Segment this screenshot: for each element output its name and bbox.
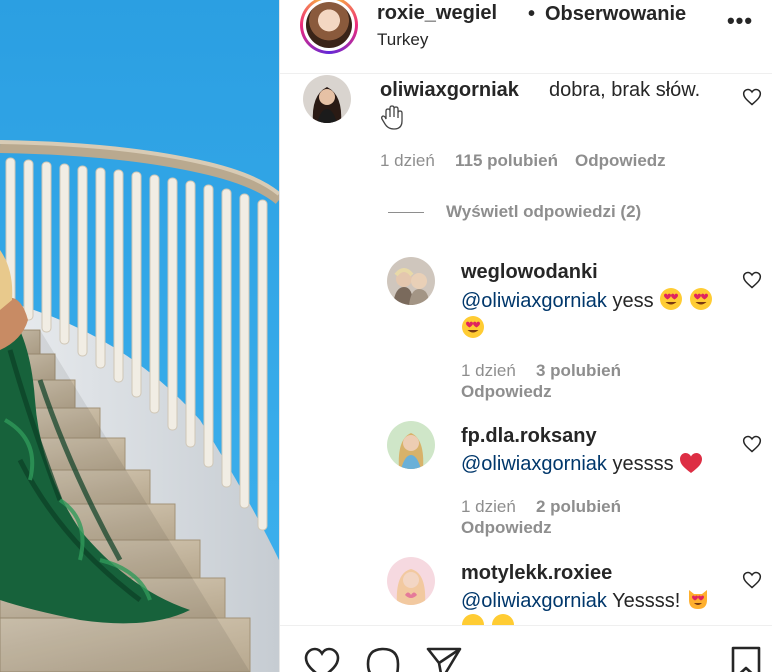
separator-dot: •: [528, 3, 536, 25]
reply-time[interactable]: 1 dzień: [461, 361, 516, 381]
heart-eyes-emoji: [689, 288, 712, 310]
more-options-button[interactable]: •••: [725, 6, 755, 36]
post-header: roxie_wegiel Turkey • Obserwowanie •••: [280, 0, 772, 74]
reply-text: @oliwiaxgorniak yess: [461, 287, 713, 315]
comments-panel: roxie_wegiel Turkey • Obserwowanie ••• o…: [279, 0, 772, 672]
reply-reply-button[interactable]: Odpowiedz: [461, 382, 552, 402]
owner-username[interactable]: roxie_wegiel: [377, 2, 497, 25]
reply-text-continued: [461, 613, 515, 625]
bookmark-icon[interactable]: [727, 644, 765, 672]
post-photo[interactable]: [0, 0, 279, 672]
comments-list[interactable]: oliwiaxgorniak dobra, brak słów. 1 dzień…: [280, 75, 772, 625]
reply-likes[interactable]: 2 polubień: [536, 497, 621, 517]
reply-username[interactable]: weglowodanki: [461, 261, 598, 284]
reply-time[interactable]: 1 dzień: [461, 497, 516, 517]
heart-eyes-emoji: [491, 614, 514, 625]
red-heart-emoji: [680, 453, 703, 473]
post-action-bar: [280, 625, 772, 672]
reply-reply-button[interactable]: Odpowiedz: [461, 518, 552, 538]
mention-link[interactable]: @oliwiaxgorniak: [461, 590, 607, 612]
mention-link[interactable]: @oliwiaxgorniak: [461, 290, 607, 312]
comment-text: dobra, brak słów.: [549, 79, 701, 101]
reply-avatar[interactable]: [387, 421, 435, 469]
reply-text: @oliwiaxgorniak yessss: [461, 451, 703, 478]
comment-bubble-icon[interactable]: [364, 644, 402, 672]
heart-eyes-emoji: [660, 288, 683, 310]
heart-eyes-emoji: [462, 614, 484, 625]
post-image: [0, 0, 279, 672]
comment-username[interactable]: oliwiaxgorniak: [380, 79, 519, 102]
mention-link[interactable]: @oliwiaxgorniak: [461, 453, 607, 475]
reply-like-icon[interactable]: [742, 434, 762, 454]
comment-like-icon[interactable]: [742, 87, 762, 107]
reply-avatar[interactable]: [387, 557, 435, 605]
paper-plane-icon[interactable]: [425, 644, 463, 672]
post-location[interactable]: Turkey: [377, 30, 428, 50]
reply-avatar[interactable]: [387, 257, 435, 305]
heart-eyes-cat-emoji: [688, 590, 707, 609]
heart-outline-icon[interactable]: [303, 644, 341, 672]
reply-body: Yessss!: [606, 590, 681, 612]
reply-username[interactable]: motylekk.roxiee: [461, 562, 612, 585]
reply-body: yessss: [606, 453, 674, 475]
reply-text-continued: [461, 315, 485, 343]
reply-like-icon[interactable]: [742, 570, 762, 590]
comment-reply-button[interactable]: Odpowiedz: [575, 151, 666, 171]
view-replies-label: Wyświetl odpowiedzi (2): [446, 202, 642, 221]
owner-avatar[interactable]: [300, 0, 358, 54]
following-button[interactable]: Obserwowanie: [545, 3, 686, 26]
comment-time[interactable]: 1 dzień: [380, 151, 435, 171]
reply-like-icon[interactable]: [742, 270, 762, 290]
comment-likes[interactable]: 115 polubień: [455, 151, 558, 171]
heart-eyes-emoji: [462, 316, 484, 338]
reply-likes[interactable]: 3 polubień: [536, 361, 621, 381]
raised-hand-emoji: [380, 105, 404, 135]
reply-username[interactable]: fp.dla.roksany: [461, 425, 597, 448]
reply-text: @oliwiaxgorniak Yessss!: [461, 587, 710, 615]
view-replies-button[interactable]: Wyświetl odpowiedzi (2): [388, 202, 641, 222]
divider-line: [388, 211, 424, 213]
reply-body: yess: [606, 290, 654, 312]
commenter-avatar[interactable]: [303, 75, 351, 123]
